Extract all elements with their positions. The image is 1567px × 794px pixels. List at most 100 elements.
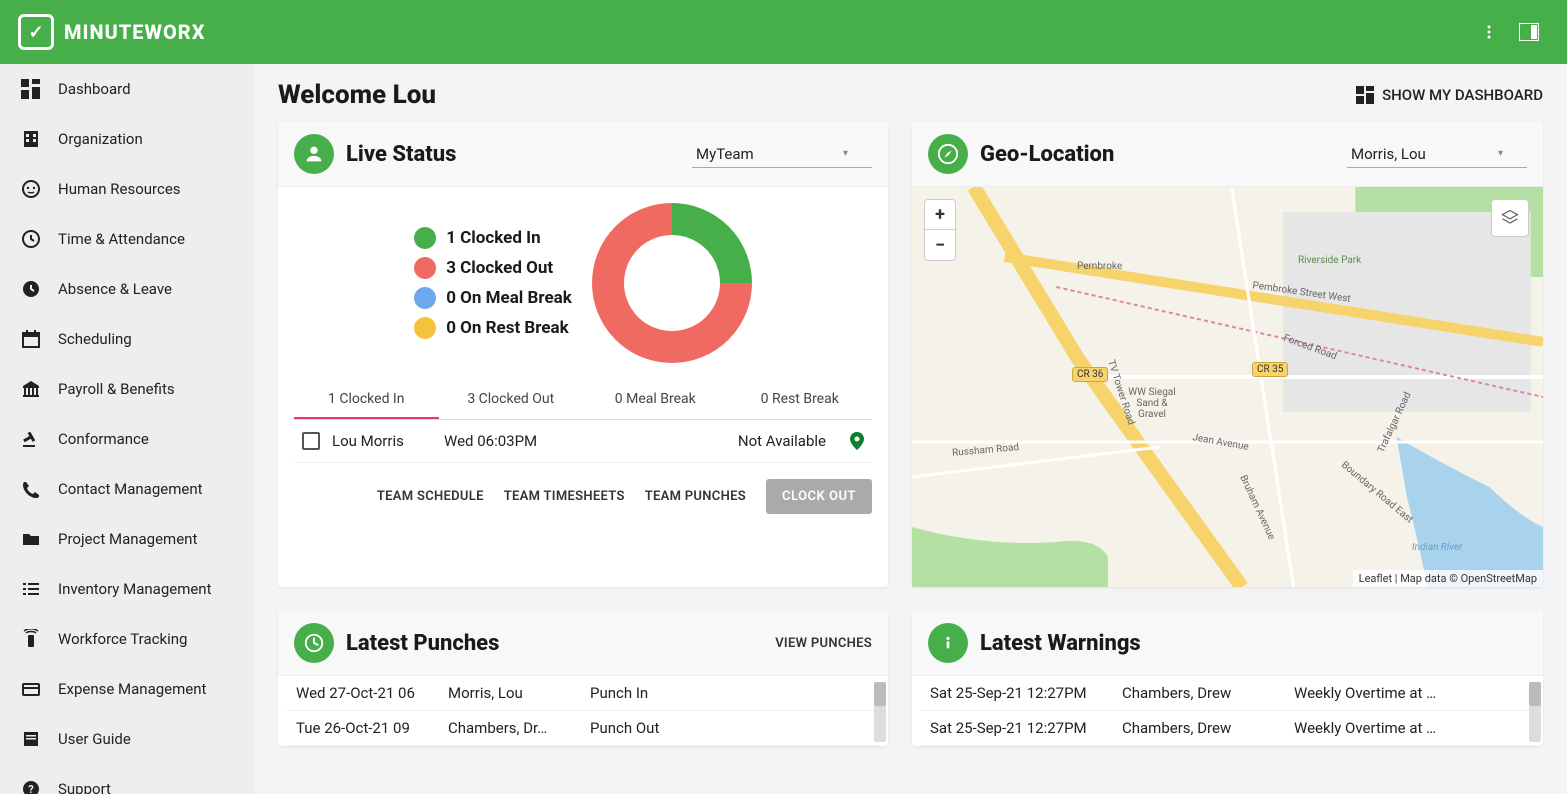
- sidebar-item-label: Inventory Management: [58, 580, 212, 598]
- show-dashboard-button[interactable]: SHOW MY DASHBOARD: [1356, 86, 1543, 104]
- sidebar-item-label: Project Management: [58, 530, 197, 548]
- live-status-tab[interactable]: 3 Clocked Out: [439, 381, 584, 419]
- map-label: WW Siegal Sand & Gravel: [1122, 387, 1182, 420]
- schedule-icon: [20, 228, 42, 250]
- more-menu-icon[interactable]: [1469, 12, 1509, 52]
- punch-name: Morris, Lou: [448, 684, 578, 702]
- warnings-table: Sat 25-Sep-21 12:27PM Chambers, Drew Weekl…: [912, 676, 1543, 746]
- sidebar-item-payroll-benefits[interactable]: Payroll & Benefits: [0, 364, 254, 414]
- sidebar-item-inventory-management[interactable]: Inventory Management: [0, 564, 254, 614]
- sidebar-item-project-management[interactable]: Project Management: [0, 514, 254, 564]
- sidebar-item-time-attendance[interactable]: Time & Attendance: [0, 214, 254, 264]
- sidebar-item-absence-leave[interactable]: Absence & Leave: [0, 264, 254, 314]
- table-row[interactable]: Sat 25-Sep-21 12:27PMChambers, DrewWeekl…: [920, 711, 1535, 746]
- team-schedule-link[interactable]: TEAM SCHEDULE: [377, 489, 484, 504]
- compass-icon: [928, 134, 968, 174]
- sidebar-item-scheduling[interactable]: Scheduling: [0, 314, 254, 364]
- sidebar-item-organization[interactable]: Organization: [0, 114, 254, 164]
- map-route-badge: CR 36: [1072, 367, 1108, 382]
- warning-date: Sat 25-Sep-21 12:27PM: [930, 684, 1110, 702]
- map[interactable]: Pembroke Riverside Park Pembroke Street …: [912, 187, 1543, 587]
- list-icon: [20, 578, 42, 600]
- welcome-heading: Welcome Lou: [278, 80, 436, 110]
- sidebar-item-label: Dashboard: [58, 80, 131, 98]
- geo-title: Geo-Location: [980, 142, 1335, 167]
- legend-item: 3 Clocked Out: [414, 257, 572, 279]
- team-timesheets-link[interactable]: TEAM TIMESHEETS: [504, 489, 625, 504]
- person-icon: [294, 134, 334, 174]
- sidebar-item-user-guide[interactable]: User Guide: [0, 714, 254, 764]
- punches-title: Latest Punches: [346, 631, 763, 656]
- table-row[interactable]: Sat 25-Sep-21 12:27PM Chambers, Drew Weekl…: [920, 676, 1535, 711]
- sidebar-item-workforce-tracking[interactable]: Workforce Tracking: [0, 614, 254, 664]
- scrollbar[interactable]: [874, 682, 886, 742]
- legend-item: 0 On Rest Break: [414, 317, 572, 339]
- phone-icon: [20, 478, 42, 500]
- warning-name: Chambers, Drew: [1122, 684, 1282, 702]
- employee-time: Wed 06:03PM: [444, 432, 564, 450]
- legend-label: 0 On Rest Break: [446, 318, 569, 338]
- clock-icon: [294, 623, 334, 663]
- clock-filled-icon: [20, 278, 42, 300]
- map-route-badge: CR 35: [1252, 362, 1288, 377]
- sidebar-item-label: Organization: [58, 130, 143, 148]
- layers-button[interactable]: [1491, 199, 1529, 237]
- topbar: ✓ MINUTEWORX: [0, 0, 1567, 64]
- legend-dot: [414, 317, 436, 339]
- table-row[interactable]: Tue 26-Oct-21 09Chambers, Dr…Punch Out: [286, 711, 880, 746]
- employee-row: Lou Morris Wed 06:03PM Not Available: [294, 420, 872, 463]
- live-status-card: Live Status MyTeam 1 Clocked In3 Clocked…: [278, 122, 888, 587]
- punch-name: Chambers, Dr…: [448, 719, 578, 737]
- employee-status: Not Available: [576, 432, 826, 450]
- content-area: Welcome Lou SHOW MY DASHBOARD Live Statu…: [254, 64, 1567, 794]
- sidebar-item-contact-management[interactable]: Contact Management: [0, 464, 254, 514]
- live-status-tab[interactable]: 0 Meal Break: [583, 381, 728, 419]
- punch-type: Punch In: [590, 684, 648, 702]
- panel-toggle-icon[interactable]: [1509, 12, 1549, 52]
- live-status-legend: 1 Clocked In3 Clocked Out0 On Meal Break…: [414, 227, 572, 339]
- view-punches-link[interactable]: VIEW PUNCHES: [775, 636, 872, 651]
- punches-card: Latest Punches VIEW PUNCHES Wed 27-Oct-2…: [278, 611, 888, 746]
- sidebar-item-support[interactable]: ?Support: [0, 764, 254, 794]
- punch-date: Tue 26-Oct-21 09: [296, 719, 436, 737]
- live-status-title: Live Status: [346, 142, 680, 167]
- sidebar-item-conformance[interactable]: Conformance: [0, 414, 254, 464]
- warning-name: Chambers, Drew: [1122, 719, 1282, 737]
- sidebar-item-label: Payroll & Benefits: [58, 380, 175, 398]
- location-pin-icon[interactable]: [850, 432, 864, 450]
- row-checkbox[interactable]: [302, 432, 320, 450]
- live-status-tab[interactable]: 1 Clocked In: [294, 381, 439, 419]
- team-select[interactable]: MyTeam: [692, 141, 872, 168]
- legend-dot: [414, 257, 436, 279]
- zoom-out-button[interactable]: −: [925, 230, 955, 260]
- map-label: Riverside Park: [1298, 255, 1361, 266]
- sidebar-item-dashboard[interactable]: Dashboard: [0, 64, 254, 114]
- warning-text: Weekly Overtime at …: [1294, 719, 1436, 737]
- table-row[interactable]: Wed 27-Oct-21 06Morris, LouPunch In: [286, 676, 880, 711]
- warning-text: Weekly Overtime at …: [1294, 684, 1436, 702]
- sidebar-item-human-resources[interactable]: Human Resources: [0, 164, 254, 214]
- sidebar-item-label: Support: [58, 780, 111, 794]
- warnings-card: Latest Warnings Sat 25-Sep-21 12:27PMCha…: [912, 611, 1543, 746]
- remote-icon: [20, 628, 42, 650]
- map-label: Indian River: [1412, 542, 1462, 553]
- legend-label: 1 Clocked In: [446, 228, 540, 248]
- zoom-in-button[interactable]: +: [925, 200, 955, 230]
- punches-table: Wed 27-Oct-21 06Morris, LouPunch InTue 2…: [278, 676, 888, 746]
- sidebar-item-label: Scheduling: [58, 330, 132, 348]
- employee-select[interactable]: Morris, Lou: [1347, 141, 1527, 168]
- sidebar-item-label: Human Resources: [58, 180, 181, 198]
- clock-out-button[interactable]: CLOCK OUT: [766, 479, 872, 514]
- legend-label: 3 Clocked Out: [446, 258, 553, 278]
- live-status-donut-chart: [592, 203, 752, 363]
- dashboard-icon: [1356, 86, 1374, 104]
- team-punches-link[interactable]: TEAM PUNCHES: [645, 489, 746, 504]
- sidebar-item-label: User Guide: [58, 730, 131, 748]
- brand-name: MINUTEWORX: [64, 20, 205, 44]
- gavel-icon: [20, 428, 42, 450]
- live-status-tab[interactable]: 0 Rest Break: [728, 381, 873, 419]
- scrollbar[interactable]: [1529, 682, 1541, 742]
- sidebar-item-expense-management[interactable]: Expense Management: [0, 664, 254, 714]
- book-icon: [20, 728, 42, 750]
- sidebar-item-label: Conformance: [58, 430, 149, 448]
